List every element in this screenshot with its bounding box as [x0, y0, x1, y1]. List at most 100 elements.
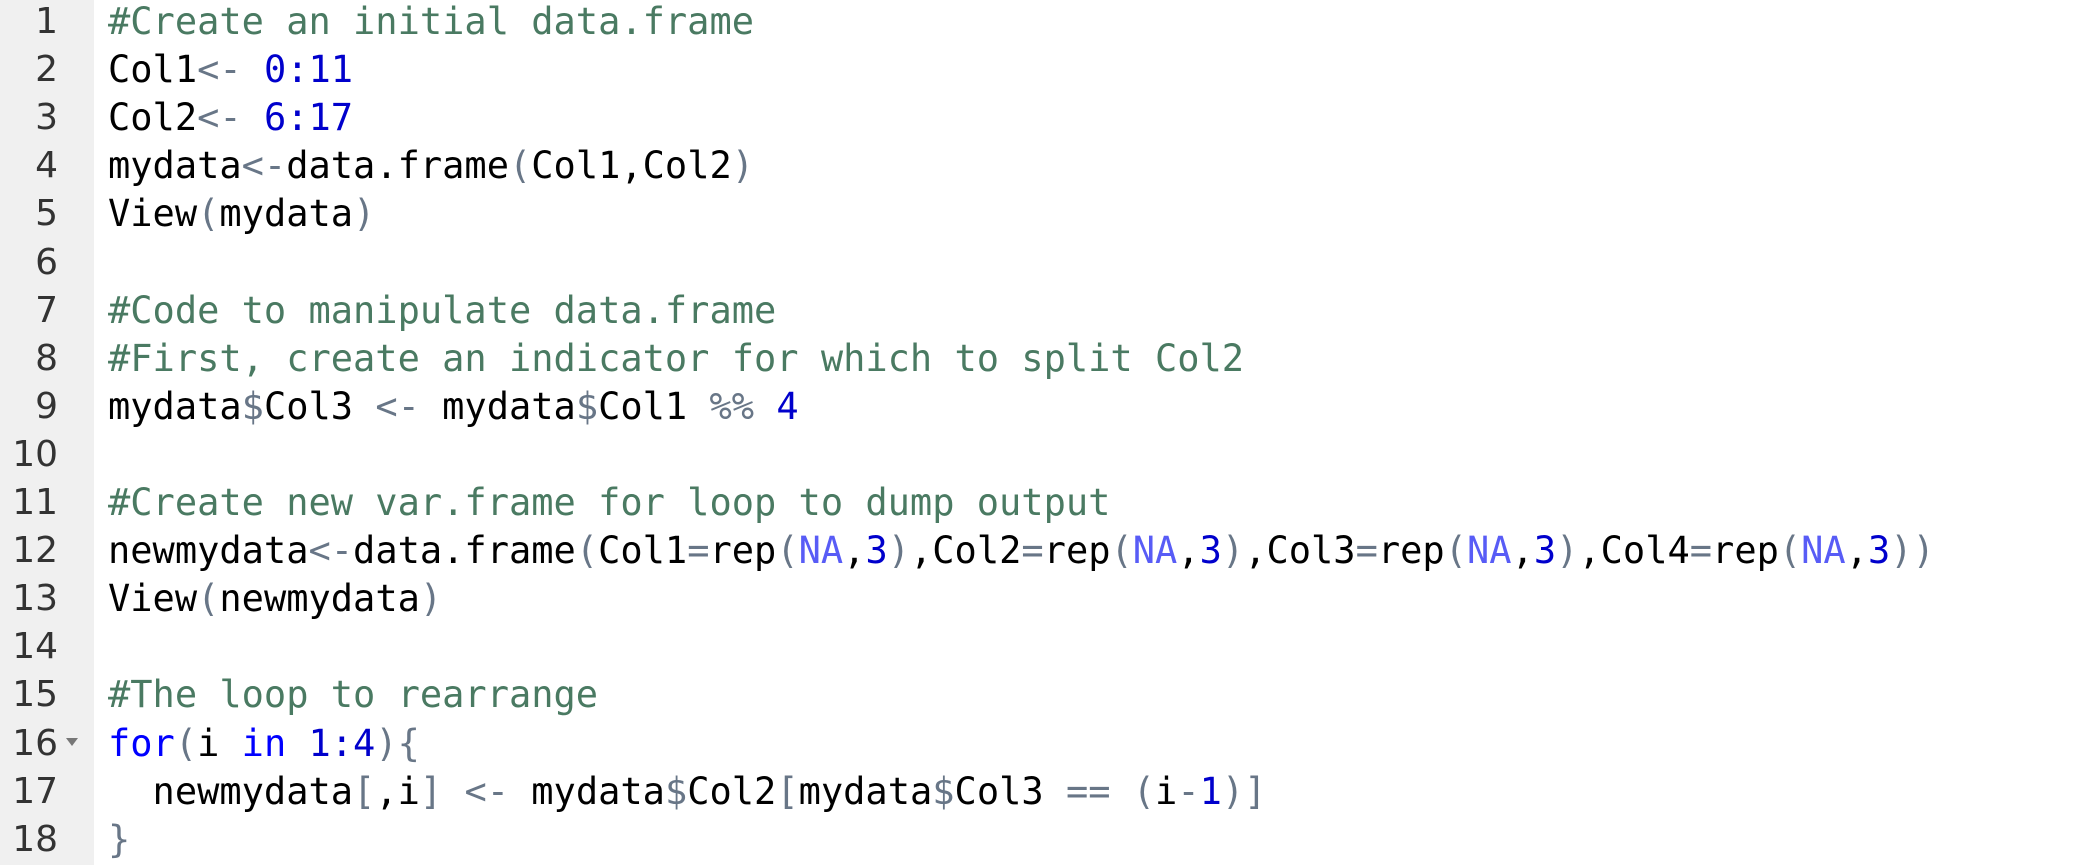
- code-token: Col2: [932, 529, 1022, 573]
- code-line[interactable]: 11 #Create new var.frame for loop to dump…: [0, 479, 2080, 527]
- code-token: )): [1890, 529, 1935, 573]
- code-token: 3: [1199, 529, 1222, 573]
- code-token: mydata: [531, 769, 665, 813]
- code-line[interactable]: 1 #Create an initial data.frame: [0, 0, 2080, 46]
- code-token: NA: [1801, 529, 1846, 573]
- code-line[interactable]: 6: [0, 239, 2080, 287]
- code-token: [: [353, 769, 376, 813]
- line-number: 3: [35, 97, 58, 139]
- code-token: newmydata: [219, 577, 420, 621]
- code-token: mydata: [108, 384, 242, 428]
- code-token: <-: [197, 96, 264, 140]
- line-number: 14: [12, 626, 58, 668]
- code-text[interactable]: #Create an initial data.frame: [108, 0, 754, 46]
- code-token: 1: [1199, 769, 1222, 813]
- code-token: }: [108, 817, 131, 861]
- code-token: rep: [709, 529, 777, 573]
- code-text[interactable]: View(newmydata): [108, 575, 442, 623]
- code-token: (: [174, 721, 198, 765]
- fold-arrow-icon[interactable]: [66, 737, 78, 746]
- code-text[interactable]: mydata<-data.frame(Col1,Col2): [108, 142, 754, 190]
- code-line[interactable]: 8 #First, create an indicator for which t…: [0, 335, 2080, 383]
- code-line[interactable]: 7 #Code to manipulate data.frame: [0, 287, 2080, 335]
- code-token: rep: [1043, 529, 1111, 573]
- code-text[interactable]: newmydata<-data.frame(Col1=rep(NA,3),Col…: [108, 527, 1935, 575]
- code-token: ,: [1845, 529, 1868, 573]
- code-text[interactable]: Col2<- 6:17: [108, 94, 353, 142]
- code-token: 4: [776, 384, 799, 428]
- code-line[interactable]: 2 Col1<- 0:11: [0, 46, 2080, 94]
- code-token: Col3: [263, 384, 376, 428]
- code-token: (: [1132, 769, 1156, 813]
- code-line[interactable]: 9 mydata$Col3 <- mydata$Col1 %% 4: [0, 383, 2080, 431]
- code-text[interactable]: #The loop to rearrange: [108, 671, 598, 719]
- code-line[interactable]: 12 newmydata<-data.frame(Col1=rep(NA,3),C…: [0, 527, 2080, 575]
- code-token: mydata: [219, 192, 354, 236]
- code-text[interactable]: #Create new var.frame for loop to dump o…: [108, 479, 1110, 527]
- line-number: 2: [35, 49, 58, 91]
- code-token: newmydata: [108, 769, 354, 813]
- code-token: View: [108, 577, 198, 621]
- line-number: 11: [12, 482, 58, 523]
- code-line[interactable]: 15 #The loop to rearrange: [0, 671, 2080, 719]
- code-token: ,: [843, 529, 866, 573]
- code-text[interactable]: View(mydata): [108, 190, 375, 238]
- code-text[interactable]: #First, create an indicator for which to…: [108, 335, 1244, 383]
- code-token: rep: [1712, 529, 1779, 573]
- code-text[interactable]: #Code to manipulate data.frame: [108, 287, 776, 335]
- code-text[interactable]: }: [108, 816, 130, 864]
- code-token: i: [397, 769, 420, 813]
- code-text[interactable]: Col1<- 0:11: [108, 46, 353, 94]
- code-token: ,: [620, 144, 643, 188]
- code-token: ): [1556, 529, 1579, 573]
- code-token: Col2: [687, 769, 777, 813]
- code-token: i: [197, 721, 242, 765]
- code-token: NA: [1132, 529, 1178, 573]
- line-number: 17: [12, 770, 58, 812]
- line-number: 5: [35, 193, 58, 235]
- code-line[interactable]: 10: [0, 431, 2080, 479]
- code-text[interactable]: mydata$Col3 <- mydata$Col1 %% 4: [108, 383, 799, 431]
- code-token: <-: [375, 384, 443, 428]
- code-token: ,: [1578, 529, 1601, 573]
- code-token: Col1: [108, 48, 198, 92]
- code-token: (: [575, 529, 599, 573]
- code-token: 3: [1533, 529, 1557, 573]
- code-token: (: [508, 144, 532, 188]
- code-line[interactable]: 17 newmydata[,i] <- mydata$Col2[mydata$C…: [0, 768, 2080, 816]
- code-line[interactable]: 4 mydata<-data.frame(Col1,Col2): [0, 142, 2080, 190]
- code-token: Col3: [1266, 529, 1356, 573]
- code-token: Col1: [598, 529, 688, 573]
- line-number: 7: [35, 289, 58, 331]
- code-token: (: [776, 529, 799, 573]
- code-token: ): [1221, 529, 1245, 573]
- code-token: ,: [1511, 529, 1534, 573]
- code-text[interactable]: for(i in 1:4){: [108, 720, 420, 768]
- code-editor[interactable]: 1 #Create an initial data.frame 2 Col1<- 0:…: [0, 0, 2080, 865]
- code-line[interactable]: 14: [0, 623, 2080, 671]
- code-line[interactable]: 13 View(newmydata): [0, 575, 2080, 623]
- code-token: ): [887, 529, 910, 573]
- code-token: NA: [1466, 529, 1512, 573]
- code-line[interactable]: 5 View(mydata): [0, 190, 2080, 238]
- code-token: =: [1021, 529, 1044, 573]
- code-token: #Create an initial data.frame: [108, 0, 755, 43]
- code-line[interactable]: 3 Col2<- 6:17: [0, 94, 2080, 142]
- code-token: ,: [1177, 529, 1200, 573]
- code-token: <-: [308, 529, 354, 573]
- code-token: (: [1778, 529, 1802, 573]
- code-token: Col3: [954, 769, 1066, 813]
- code-token: (: [1444, 529, 1467, 573]
- code-token: View: [108, 192, 198, 236]
- line-number: 9: [35, 385, 58, 427]
- code-token: ): [353, 192, 376, 236]
- line-number: 8: [35, 337, 58, 379]
- code-token: ): [731, 144, 755, 188]
- code-line[interactable]: 18}: [0, 816, 2080, 864]
- code-token: 3: [865, 529, 888, 573]
- code-token: -: [1177, 769, 1200, 813]
- code-token: 3: [1868, 529, 1891, 573]
- code-token: (: [1110, 529, 1133, 573]
- code-text[interactable]: newmydata[,i] <- mydata$Col2[mydata$Col3…: [108, 768, 1267, 816]
- code-line[interactable]: 16 for(i in 1:4){: [0, 720, 2080, 768]
